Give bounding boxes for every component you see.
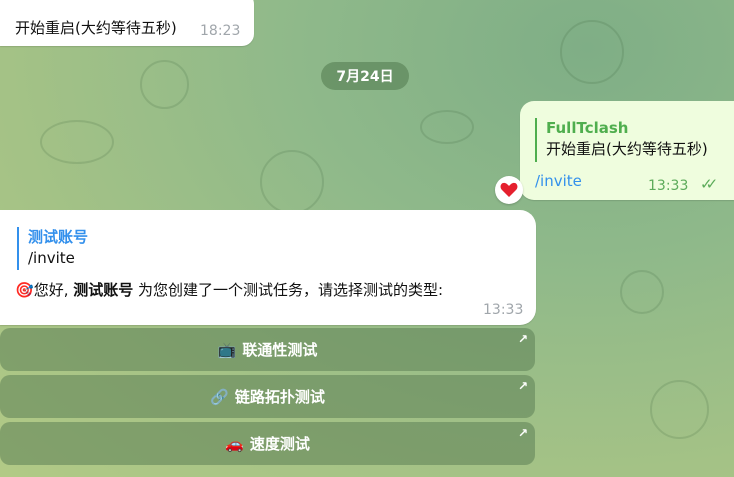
bot-message[interactable]: 测试账号 /invite 🎯您好, 测试账号 为您创建了一个测试任务，请选择测试… [0, 210, 536, 325]
external-arrow-icon: ↗ [517, 426, 528, 440]
message-text: 开始重启(大约等待五秒) [15, 19, 177, 37]
message-time: 13:33 [483, 302, 524, 318]
external-arrow-icon: ↗ [517, 332, 528, 346]
tv-icon: 📺 [217, 340, 237, 359]
heart-icon [500, 182, 518, 197]
car-icon: 🚗 [225, 434, 244, 453]
background-doodle [420, 110, 474, 144]
command-link[interactable]: /invite [535, 172, 582, 190]
incoming-message[interactable]: 开始重启(大约等待五秒) 18:23 [0, 0, 254, 46]
reply-preview[interactable]: 测试账号 /invite [17, 227, 88, 270]
external-arrow-icon: ↗ [517, 379, 528, 393]
background-doodle [40, 120, 114, 164]
text-post: 为您创建了一个测试任务，请选择测试的类型: [133, 281, 444, 299]
username-bold: 测试账号 [73, 281, 134, 299]
reply-text: 开始重启(大约等待五秒) [546, 140, 708, 158]
reply-author: FullTclash [546, 119, 629, 137]
double-check-icon: ✓✓ [700, 175, 718, 193]
button-label: 速度测试 [249, 435, 310, 453]
reply-preview[interactable]: FullTclash 开始重启(大约等待五秒) [535, 118, 708, 162]
message-time: 13:33 [648, 178, 689, 194]
keyboard-button-topology-test[interactable]: 🔗 链路拓扑测试 ↗ [0, 375, 535, 418]
keyboard-button-connectivity-test[interactable]: 📺 联通性测试 ↗ [0, 328, 535, 371]
background-doodle [140, 60, 189, 109]
background-doodle [620, 270, 664, 314]
reply-text: /invite [28, 249, 75, 267]
button-label: 联通性测试 [242, 341, 318, 359]
outgoing-message[interactable]: FullTclash 开始重启(大约等待五秒) /invite 13:33 ✓✓ [520, 101, 734, 200]
reply-author: 测试账号 [28, 228, 89, 246]
link-icon: 🔗 [210, 387, 229, 406]
button-label: 链路拓扑测试 [234, 388, 325, 406]
background-doodle [560, 20, 624, 84]
date-separator: 7月24日 [321, 62, 409, 90]
background-doodle [260, 150, 324, 214]
background-doodle [650, 380, 709, 439]
keyboard-button-speed-test[interactable]: 🚗 速度测试 ↗ [0, 422, 535, 465]
heart-reaction-icon[interactable] [495, 176, 523, 204]
message-time: 18:23 [200, 23, 241, 39]
text-pre: 您好, [33, 281, 74, 299]
message-body: 🎯您好, 测试账号 为您创建了一个测试任务，请选择测试的类型: [15, 279, 443, 300]
target-icon: 🎯 [15, 281, 34, 299]
